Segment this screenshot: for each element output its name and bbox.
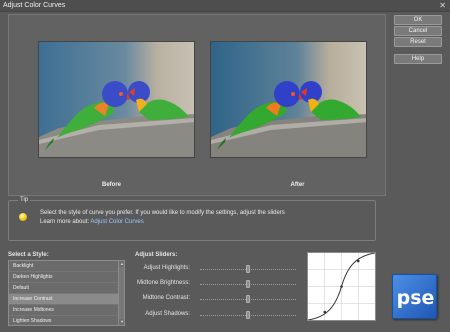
- adjust-sliders-label: Adjust Sliders:: [135, 252, 178, 258]
- tip-learn-more: Learn more about: Adjust Color Curves: [40, 218, 285, 227]
- curve-point: [323, 310, 327, 314]
- curve-graph[interactable]: [307, 252, 376, 321]
- slider-midtone-contrast: Midtone Contrast:: [130, 294, 300, 304]
- tip-text: Select the style of curve you prefer. If…: [40, 209, 285, 227]
- style-item-increase-contrast[interactable]: Increase Contrast: [9, 294, 124, 305]
- scroll-down-icon[interactable]: ▼: [119, 319, 124, 325]
- pse-logo: pse: [392, 274, 437, 319]
- learn-more-prefix: Learn more about:: [40, 219, 90, 225]
- slider-thumb[interactable]: [246, 280, 250, 288]
- preview-panel: Before After: [8, 14, 386, 196]
- slider-label: Midtone Brightness:: [136, 280, 190, 286]
- curve-point: [356, 259, 360, 263]
- before-label: Before: [101, 182, 121, 188]
- slider-midtone-brightness: Midtone Brightness:: [130, 279, 300, 289]
- parrots-photo-before: [39, 42, 194, 157]
- window-title: Adjust Color Curves: [3, 2, 66, 9]
- curve-point: [340, 285, 343, 288]
- style-item-backlight[interactable]: Backlight: [9, 261, 124, 272]
- logo-text: pse: [396, 287, 435, 309]
- parrots-photo-after: [211, 42, 366, 157]
- slider-adjust-highlights: Adjust Highlights:: [130, 264, 300, 274]
- slider-label: Midtone Contrast:: [142, 295, 190, 301]
- style-item-default[interactable]: Default: [9, 283, 124, 294]
- tip-heading: Tip: [18, 197, 31, 203]
- slider-thumb[interactable]: [246, 265, 250, 273]
- slider-thumb[interactable]: [246, 311, 250, 319]
- style-item-darken-highlights[interactable]: Darken Highlights: [9, 272, 124, 283]
- curve-graph-canvas: [307, 252, 376, 321]
- after-label: After: [290, 182, 305, 188]
- slider-adjust-shadows: Adjust Shadows:: [130, 310, 300, 320]
- title-bar: Adjust Color Curves ✕: [0, 0, 450, 12]
- style-list[interactable]: Backlight Darken Highlights Default Incr…: [8, 260, 125, 326]
- help-button[interactable]: Help: [394, 54, 442, 64]
- learn-more-link[interactable]: Adjust Color Curves: [90, 219, 143, 225]
- style-item-increase-midtones[interactable]: Increase Midtones: [9, 305, 124, 316]
- before-preview-image: [38, 41, 195, 158]
- lightbulb-icon: [19, 213, 27, 221]
- select-style-label: Select a Style:: [8, 252, 49, 258]
- close-icon[interactable]: ✕: [439, 1, 446, 10]
- slider-label: Adjust Shadows:: [145, 311, 190, 317]
- after-preview-image: [210, 41, 367, 158]
- tip-line: Select the style of curve you prefer. If…: [40, 210, 285, 216]
- slider-label: Adjust Highlights:: [143, 265, 190, 271]
- style-item-lighten-shadows[interactable]: Lighten Shadows: [9, 316, 124, 325]
- slider-thumb[interactable]: [246, 295, 250, 303]
- cancel-button[interactable]: Cancel: [394, 26, 442, 36]
- reset-button[interactable]: Reset: [394, 37, 442, 47]
- ok-button[interactable]: OK: [394, 15, 442, 25]
